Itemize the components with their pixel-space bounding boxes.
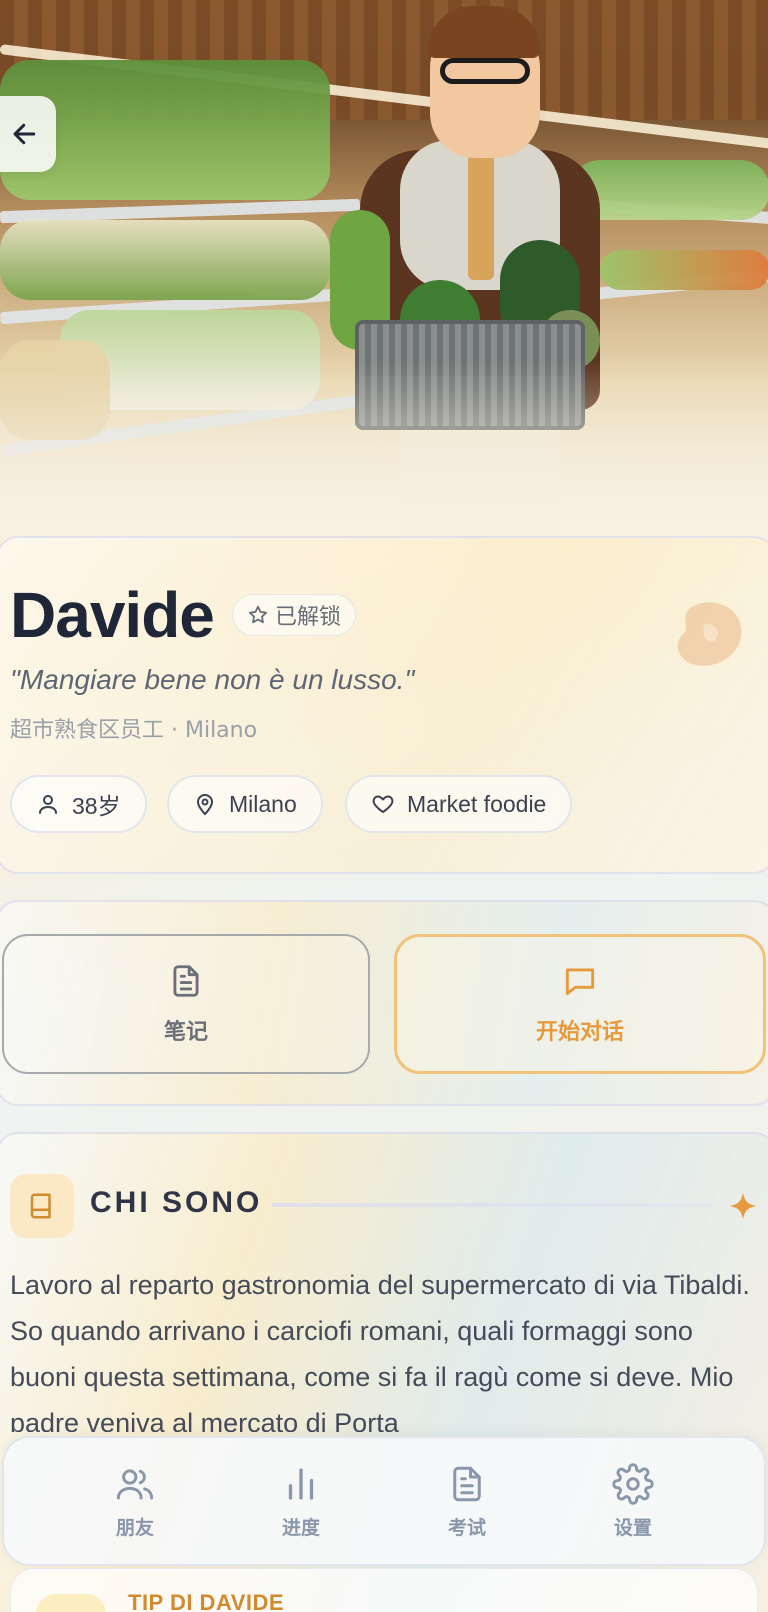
- start-chat-button-label: 开始对话: [535, 1020, 624, 1045]
- hero-fade: [0, 360, 768, 540]
- nav-friends-label: 朋友: [115, 1516, 154, 1539]
- nav-progress[interactable]: 进度: [241, 1463, 361, 1540]
- interest-chip-label: Market foodie: [407, 790, 547, 817]
- heart-icon: [372, 795, 394, 813]
- person-icon: [39, 795, 57, 814]
- steak-icon: [677, 602, 742, 666]
- document-icon: [173, 965, 199, 997]
- unlocked-badge: 已解锁: [232, 594, 357, 636]
- age-chip-label: 38岁: [72, 793, 121, 819]
- notes-button-label: 笔记: [163, 1020, 208, 1045]
- notes-button[interactable]: 笔记: [2, 934, 370, 1074]
- nav-settings-label: 设置: [613, 1516, 652, 1539]
- nav-settings[interactable]: 设置: [573, 1462, 693, 1540]
- gear-icon: [612, 1462, 654, 1505]
- profile-quote: "Mangiare bene non è un lusso.": [10, 664, 415, 695]
- star-icon: [249, 605, 267, 624]
- tip-icon: [36, 1594, 106, 1612]
- age-chip: 38岁: [10, 775, 147, 833]
- location-chip: Milano: [167, 775, 323, 833]
- interest-chip: Market foodie: [345, 775, 573, 833]
- location-chip-label: Milano: [229, 790, 297, 817]
- tip-title: TIP DI DAVIDE: [128, 1590, 285, 1612]
- bottom-nav: 朋友 进度 考试 设置: [2, 1436, 766, 1566]
- nav-progress-label: 进度: [281, 1516, 320, 1539]
- book-icon: [30, 1193, 51, 1219]
- back-button[interactable]: [0, 96, 56, 172]
- hero-produce: [0, 220, 330, 300]
- nav-exam[interactable]: 考试: [407, 1463, 527, 1540]
- hero-character-tie: [468, 150, 494, 280]
- profile-name: Davide: [10, 579, 215, 651]
- hero-produce: [600, 250, 768, 290]
- friends-icon: [116, 1468, 154, 1499]
- document-icon: [453, 1466, 481, 1501]
- bar-chart-icon: [288, 1467, 314, 1500]
- chat-bubble-icon: [565, 968, 595, 996]
- nav-friends[interactable]: 朋友: [75, 1463, 195, 1540]
- nav-exam-label: 考试: [447, 1516, 486, 1539]
- hero-image: [0, 0, 768, 540]
- sparkle-icon: [729, 1192, 757, 1220]
- arrow-left-icon: [13, 123, 36, 145]
- location-pin-icon: [196, 794, 214, 816]
- unlocked-badge-label: 已解锁: [275, 605, 342, 630]
- tip-card[interactable]: [10, 1568, 758, 1612]
- about-title: CHI SONO: [90, 1186, 263, 1219]
- about-text: Lavoro al reparto gastronomia del superm…: [10, 1270, 750, 1432]
- hero-character-glasses: [440, 58, 530, 84]
- about-divider: [272, 1203, 712, 1207]
- book-icon-tile: [10, 1174, 74, 1238]
- start-chat-button[interactable]: 开始对话: [394, 934, 766, 1074]
- profile-subtitle: 超市熟食区员工 · Milano: [10, 718, 258, 743]
